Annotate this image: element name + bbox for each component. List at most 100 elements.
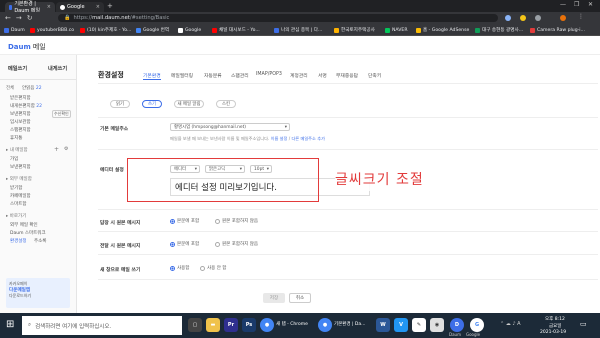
tab-imap[interactable]: IMAP/POP3 [256, 72, 282, 77]
vpn-icon[interactable]: V [394, 318, 408, 332]
reply-include-radio[interactable]: 본문에 포함 [170, 218, 199, 224]
bookmark-item[interactable]: 나의 관심 종목 | 다... [274, 26, 330, 34]
notification-icon[interactable]: ▭ [580, 320, 587, 328]
tab-shortcuts[interactable]: 단축키 [368, 72, 381, 79]
gear-icon[interactable]: ⚙ [64, 146, 68, 152]
task-view-icon[interactable]: ▢ [188, 318, 202, 332]
maximize-icon[interactable]: ❐ [574, 1, 579, 8]
read-receipt-badge[interactable]: 수신확인 [52, 110, 71, 118]
star-icon[interactable] [505, 15, 511, 21]
daum-logo[interactable]: Daum 메일 [8, 42, 46, 52]
sidebar-item-self[interactable]: 내게쓴편지함 22 [10, 103, 42, 109]
sidebar-item-ext-2[interactable]: 스마트함 [10, 201, 27, 207]
taskbar-search-input[interactable]: ⌕ 검색하려면 여기에 입력하십시오. [22, 316, 182, 335]
minimize-icon[interactable]: — [560, 1, 566, 8]
tab-autoreply[interactable]: 부재중응답 [336, 72, 358, 79]
menu-icon[interactable]: ⋮ [578, 13, 584, 20]
taskbar-app-chrome[interactable]: 새 탭 - Chrome [276, 321, 308, 327]
window-close-icon[interactable]: ✕ [588, 1, 593, 8]
forward-icon[interactable]: → [16, 14, 22, 22]
bookmark-item[interactable]: Daum [4, 26, 25, 34]
camera-icon[interactable]: ◉ [430, 318, 444, 332]
url-input[interactable]: 🔒 https:// mail.daum.net /#setting/Basic [58, 14, 498, 22]
save-button[interactable]: 저장 [263, 293, 285, 303]
bookmark-item[interactable]: 대구 송현동 광명사... [475, 26, 527, 34]
file-explorer-icon[interactable]: ▬ [206, 318, 220, 332]
puzzle-icon[interactable] [535, 15, 541, 21]
default-from-select[interactable]: 황명시업 (hmpsong@hanmail.net) ▾ [170, 123, 290, 131]
add-folder-icon[interactable]: + [54, 146, 59, 153]
premiere-icon[interactable]: Pr [224, 318, 238, 332]
sidebar-item-ext-0[interactable]: 받기함 [10, 185, 22, 191]
pill-skin[interactable]: 스킨 [216, 100, 236, 108]
add-address-link[interactable]: 다른 메일주소 추가 [291, 136, 324, 141]
clock-time[interactable]: 오후 8:12 [545, 316, 565, 322]
tab-accounts[interactable]: 계정관리 [290, 72, 308, 79]
pill-read[interactable]: 읽기 [110, 100, 130, 108]
close-icon[interactable]: × [47, 4, 51, 10]
shortcuts-header[interactable]: ▸ 바로가기 [6, 213, 26, 219]
bookmark-item[interactable]: 한국토지주택공사 [334, 26, 382, 34]
profile-avatar[interactable] [560, 15, 566, 21]
promo-banner[interactable]: 카카오페이 다운메일앱 다운로드하기 [6, 278, 70, 308]
sidebar-item-my-1[interactable]: 보낸편지함 [10, 164, 31, 170]
google-icon[interactable]: G [470, 318, 484, 332]
bookmark-item[interactable]: 채널 대시보드 - Yo... [212, 26, 270, 34]
sidebar-item-external-check[interactable]: 외부 메일 확인 [10, 222, 38, 228]
tab-spam[interactable]: 스팸관리 [231, 72, 249, 79]
unread-filter[interactable]: 안읽음 22 [22, 85, 42, 91]
sidebar-item-drafts[interactable]: 임시보관함 [10, 119, 31, 125]
chrome-icon[interactable]: ● [260, 318, 274, 332]
sidebar-item-spam[interactable]: 스팸편지함 [10, 127, 31, 133]
self-write-button[interactable]: 내게쓰기 [48, 65, 67, 72]
sidebar-item-ext-1[interactable]: 카페메일함 [10, 193, 31, 199]
sidebar-item-smartwork[interactable]: Daum 스마트워크 [10, 230, 46, 236]
forward-include-radio[interactable]: 본문에 포함 [170, 241, 199, 247]
pill-new-mail-alert[interactable]: 새 메일 알림 [174, 100, 204, 108]
new-window-on-radio[interactable]: 사용함 [170, 265, 189, 271]
forward-exclude-radio[interactable]: 원본 포함하지 않음 [215, 241, 258, 247]
tab-autosort[interactable]: 자동분류 [204, 72, 222, 79]
bookmark-item[interactable]: NAVER [385, 26, 413, 34]
sidebar-item-trash[interactable]: 휴지통 [10, 135, 22, 141]
taskbar-app-daum[interactable]: 기본환경 | Da... [334, 321, 365, 327]
tab-signature[interactable]: 서명 [318, 72, 327, 79]
bookmark-item[interactable]: youtuberBBB.co [30, 26, 76, 34]
bookmark-item[interactable]: 홈 - Google AdSense [416, 26, 472, 34]
photoshop-icon[interactable]: Ps [242, 318, 256, 332]
tab-basic[interactable]: 기본환경 [143, 72, 161, 80]
bookmark-item[interactable]: Camera Raw plug-i... [530, 26, 596, 34]
cancel-button[interactable]: 취소 [289, 293, 311, 303]
clock-date[interactable]: 2021-03-19 [540, 330, 566, 335]
windows-start-icon[interactable]: ⊞ [6, 319, 14, 330]
word-icon[interactable]: W [376, 318, 390, 332]
paint-icon[interactable]: ✎ [412, 318, 426, 332]
bookmark-item[interactable]: Google 번역 [136, 26, 176, 34]
write-mail-button[interactable]: 메일쓰기 [8, 65, 27, 72]
extension-icon[interactable] [520, 15, 526, 21]
back-icon[interactable]: ← [5, 14, 11, 22]
pill-write[interactable]: 쓰기 [142, 100, 162, 108]
reply-exclude-radio[interactable]: 원본 포함하지 않음 [215, 218, 258, 224]
tray-icons[interactable]: ⌃ ☁ ♪ A [500, 321, 521, 327]
chrome-icon[interactable]: ● [318, 318, 332, 332]
bookmark-item[interactable]: Google [178, 26, 208, 34]
sidebar-item-settings[interactable]: 환경설정 [10, 238, 27, 244]
new-window-off-radio[interactable]: 사용 안 함 [200, 265, 226, 271]
clock-day[interactable]: 금요일 [549, 323, 561, 329]
my-mailbox-header[interactable]: ▸ 내 메일함 [6, 147, 28, 153]
sidebar-item-sent[interactable]: 보낸편지함 [10, 111, 31, 117]
close-icon[interactable]: × [96, 4, 100, 10]
sidebar-item-inbox[interactable]: 받은편지함 [10, 95, 31, 101]
tab-google[interactable]: Google × [56, 2, 104, 12]
reload-icon[interactable]: ↻ [27, 14, 33, 22]
sidebar-item-addressbook[interactable]: 주소록 [34, 238, 46, 244]
sidebar-item-my-0[interactable]: 가입 [10, 156, 18, 162]
daum-user-icon[interactable]: D [450, 318, 464, 332]
external-mailbox-header[interactable]: ▸ 외부 메일함 [6, 176, 32, 182]
tab-filter[interactable]: 메일필터링 [171, 72, 193, 79]
bookmark-item[interactable]: (10) kin주제호 - Yo... [80, 26, 132, 34]
name-setting-link[interactable]: 이름 설정 [271, 136, 288, 141]
tab-daum-settings[interactable]: 기본환경 | Daum 메일 × [5, 1, 55, 14]
new-tab-icon[interactable]: + [107, 2, 113, 10]
